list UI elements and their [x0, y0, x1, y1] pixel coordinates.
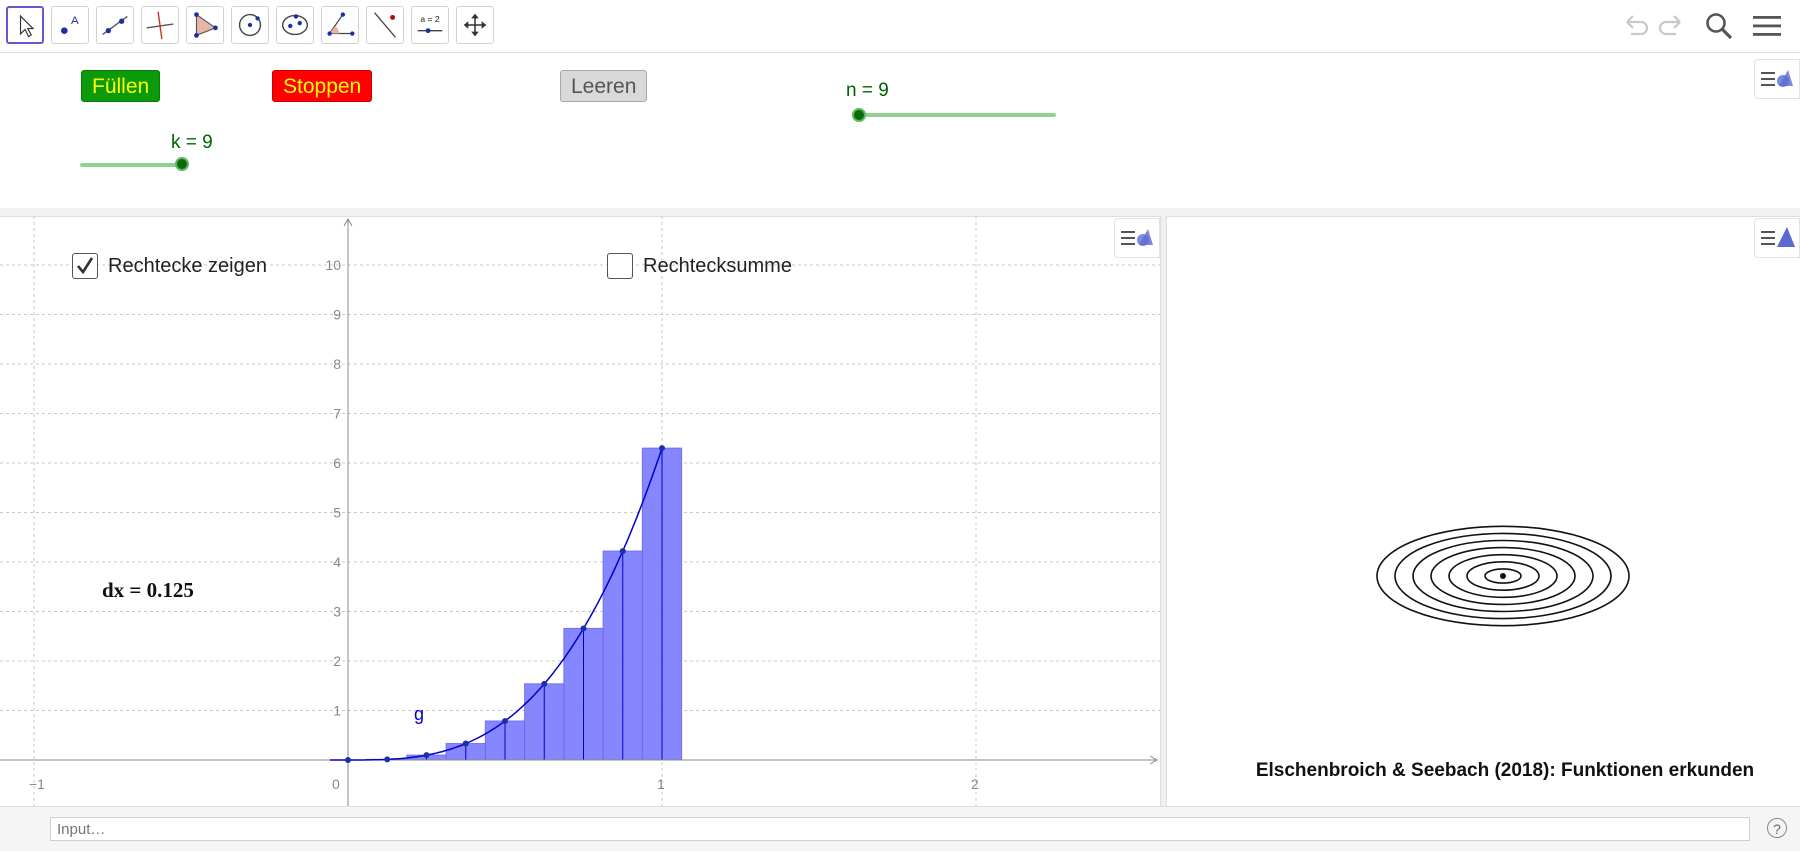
svg-text:A: A [71, 15, 79, 27]
x-tick-label: 0 [332, 776, 340, 792]
perpendicular-tool-icon [146, 11, 174, 40]
slider-tool-icon: a = 2 [417, 14, 443, 34]
undo-icon [1626, 15, 1649, 36]
undo-button[interactable] [1617, 8, 1653, 44]
move-tool[interactable] [6, 6, 44, 44]
line-tool[interactable] [96, 6, 134, 44]
polygon-tool-icon [194, 12, 218, 38]
search-button[interactable] [1701, 8, 1737, 44]
x-tick-labels: −1 0 1 2 [29, 776, 979, 792]
style-bar-icon [1121, 229, 1153, 246]
curve-point[interactable] [580, 625, 587, 632]
checkbox-show-rects-label: Rechtecke zeigen [108, 255, 267, 277]
graphics-view-2[interactable]: Elschenbroich & Seebach (2018): Funktion… [1167, 216, 1800, 806]
polygon-tool[interactable] [186, 6, 224, 44]
ellipse-tool[interactable] [276, 6, 314, 44]
y-tick-label: 4 [333, 554, 341, 570]
x-tick-label: 2 [971, 776, 979, 792]
search-icon [1706, 13, 1733, 40]
checkmark-icon [77, 257, 94, 275]
graphics-view[interactable]: −1 0 1 2 1 2 3 4 5 6 7 8 9 10 g dx = 0.125 Rechtecke… [0, 216, 1160, 806]
curve-point[interactable] [541, 680, 548, 687]
y-tick-label: 6 [333, 455, 341, 471]
angle-tool-icon [327, 12, 355, 36]
slider-tool[interactable]: a = 2 [411, 6, 449, 44]
dx-label: dx = 0.125 [102, 578, 194, 602]
view-splitter[interactable] [1160, 216, 1167, 806]
fill-button[interactable]: Füllen [81, 70, 161, 102]
style-bar-toggle-graphics-2[interactable] [1754, 218, 1800, 258]
y-tick-label: 10 [325, 257, 341, 273]
stop-button[interactable]: Stoppen [272, 70, 373, 102]
move-view-tool[interactable] [456, 6, 494, 44]
y-tick-label: 9 [333, 307, 341, 323]
line-tool-icon [102, 15, 128, 36]
curve-point[interactable] [619, 548, 626, 555]
input-field[interactable] [50, 817, 1750, 841]
y-tick-label: 7 [333, 406, 341, 422]
style-bar-icon [1761, 227, 1795, 247]
ellipse-drawing: Elschenbroich & Seebach (2018): Funktion… [1256, 525, 1754, 781]
help-icon[interactable]: ? [1767, 818, 1787, 838]
circle-tool[interactable] [231, 6, 269, 44]
circle-tool-icon [238, 13, 262, 37]
x-tick-label: 1 [657, 776, 665, 792]
curve-point[interactable] [384, 756, 391, 763]
y-tick-label: 3 [333, 604, 341, 620]
reflect-tool-icon [374, 12, 396, 38]
credit-text: Elschenbroich & Seebach (2018): Funktion… [1256, 760, 1754, 781]
style-bar-icon [1761, 70, 1793, 87]
curve-point[interactable] [502, 718, 508, 725]
ellipse-tool-icon [281, 14, 309, 36]
menu-button[interactable] [1749, 8, 1785, 44]
y-tick-label: 2 [333, 653, 341, 669]
y-tick-label: 1 [333, 703, 341, 719]
angle-tool[interactable] [321, 6, 359, 44]
style-bar-toggle-top[interactable] [1754, 59, 1800, 99]
y-tick-labels: 1 2 3 4 5 6 7 8 9 10 [325, 257, 341, 719]
slider-n-track[interactable] [858, 113, 1056, 117]
y-tick-label: 8 [333, 356, 341, 372]
perpendicular-tool[interactable] [141, 6, 179, 44]
reflect-tool[interactable] [366, 6, 404, 44]
clear-button[interactable]: Leeren [560, 70, 648, 102]
checkbox-show-rects-box[interactable] [72, 253, 98, 279]
ellipse-center-point [1500, 573, 1506, 579]
curve-point[interactable] [423, 752, 430, 759]
slider-k-knob[interactable] [175, 157, 189, 171]
menu-icon [1753, 16, 1781, 36]
point-tool[interactable]: A [51, 6, 89, 44]
input-bar: ? [0, 806, 1800, 851]
redo-button[interactable] [1654, 8, 1690, 44]
move-tool-icon [19, 14, 35, 38]
slider-k-track[interactable] [80, 163, 184, 167]
curve-point[interactable] [345, 757, 351, 763]
toolbar: A a = 2 [0, 0, 1800, 53]
x-tick-label: −1 [29, 776, 45, 792]
curve-point[interactable] [659, 445, 665, 452]
controls-panel [0, 53, 1800, 209]
move-view-tool-icon [463, 13, 487, 37]
style-bar-toggle-graphics[interactable] [1114, 218, 1160, 258]
checkbox-rect-sum-label: Rechtecksumme [643, 255, 792, 277]
checkbox-rect-sum-box[interactable] [607, 253, 633, 279]
function-label-g: g [414, 704, 424, 724]
redo-icon [1658, 15, 1681, 36]
point-tool-icon: A [61, 15, 79, 34]
slider-k-label: k = 9 [171, 132, 213, 153]
function-plot[interactable]: −1 0 1 2 1 2 3 4 5 6 7 8 9 10 g dx = 0.125 [0, 216, 1160, 806]
curve-point[interactable] [462, 740, 469, 747]
slider-tool-label: a = 2 [420, 14, 439, 24]
y-tick-label: 5 [333, 505, 341, 521]
slider-n-label: n = 9 [846, 80, 889, 101]
slider-n-knob[interactable] [852, 108, 866, 122]
